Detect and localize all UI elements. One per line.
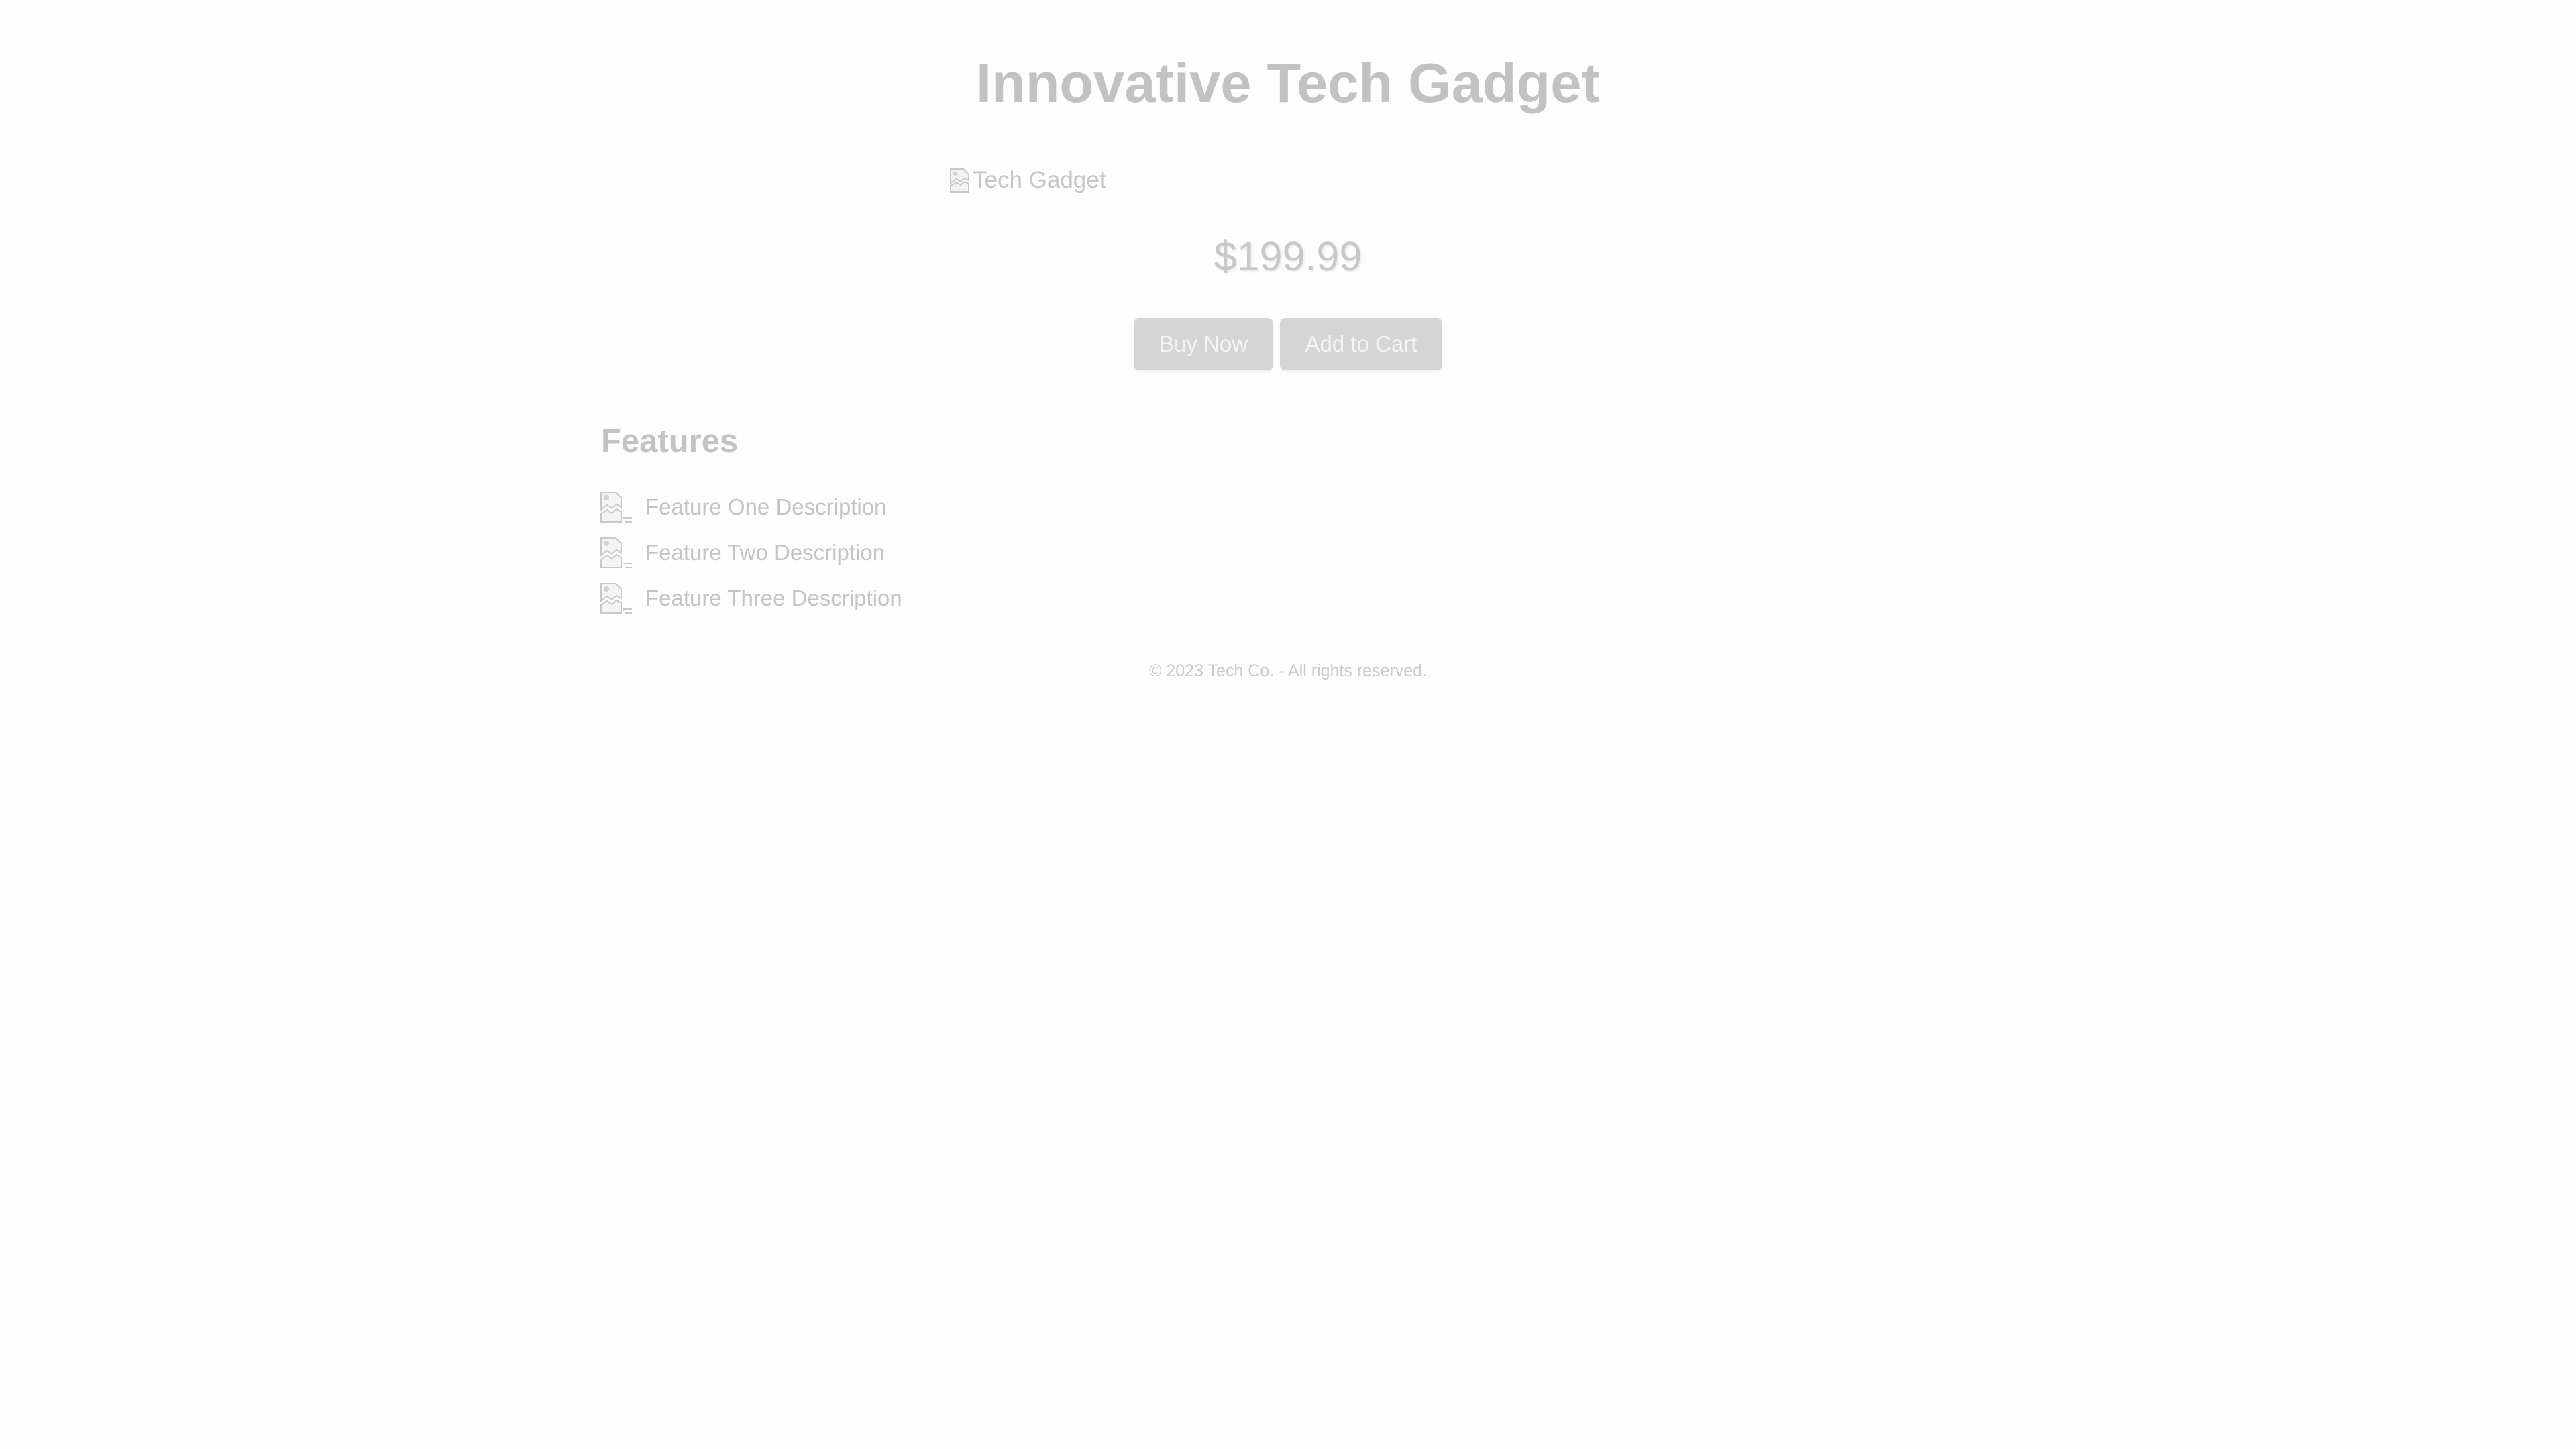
feature-label: Feature One Description [645,494,887,519]
feature-label: Feature Two Description [645,540,885,565]
product-page: Innovative Tech Gadget Tech Gadget $199.… [0,0,2576,1449]
broken-image-icon [598,535,633,570]
features-list: Feature One Description Feature Two Desc… [598,484,902,621]
product-price: $199.99 [1214,233,1362,279]
list-item: Feature Two Description [598,530,902,576]
feature-label: Feature Three Description [645,586,902,610]
footer-copyright: © 2023 Tech Co. - All rights reserved. [1149,661,1427,680]
product-image: Tech Gadget [949,164,1106,197]
list-item: Feature Three Description [598,576,902,621]
add-to-cart-button[interactable]: Add to Cart [1280,318,1442,370]
broken-image-icon [598,581,633,616]
page-title: Innovative Tech Gadget [975,52,1601,114]
list-item: Feature One Description [598,484,902,530]
broken-image-icon [598,490,633,525]
features-heading: Features [601,423,739,460]
product-image-alt-text: Tech Gadget [973,167,1106,193]
action-buttons: Buy Now Add to Cart [0,318,2576,370]
buy-now-button[interactable]: Buy Now [1134,318,1273,370]
broken-image-icon [949,167,971,194]
